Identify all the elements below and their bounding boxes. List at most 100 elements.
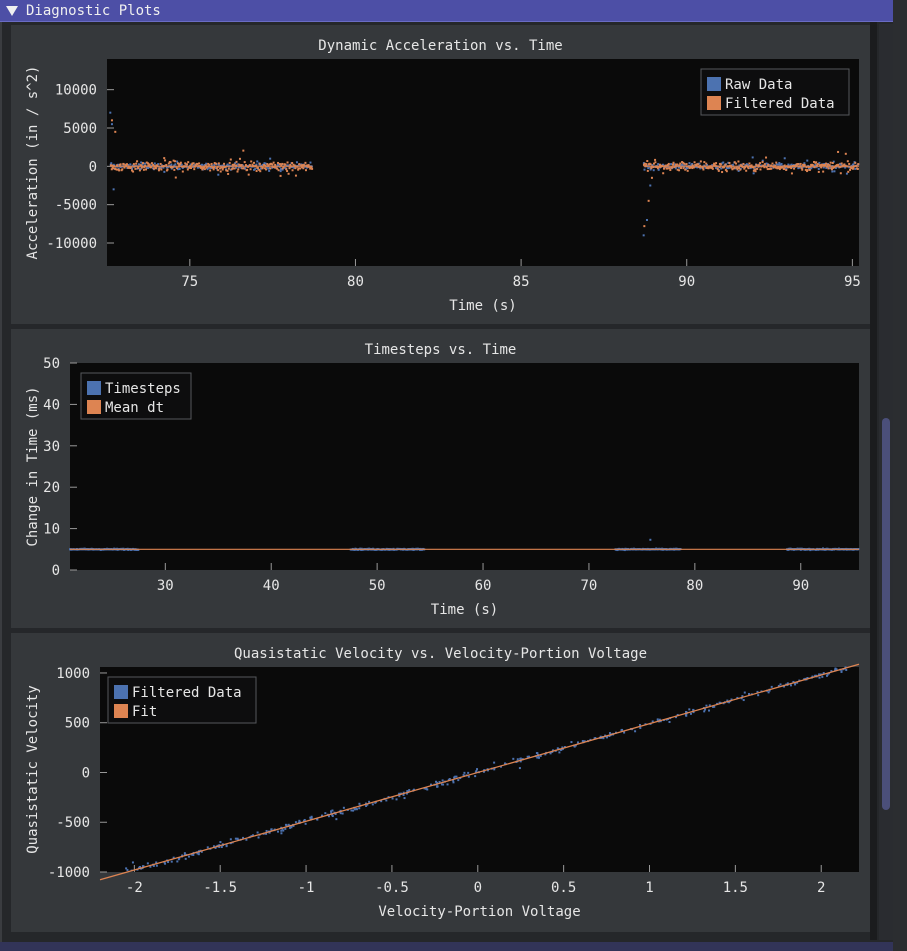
- y-tick-label: -5000: [55, 198, 97, 214]
- inner-scroll-track[interactable]: [870, 22, 877, 940]
- filtered-data-point: [686, 169, 689, 172]
- filtered-data-point: [724, 163, 727, 166]
- legend-swatch: [87, 400, 101, 414]
- filtered-data-point: [745, 169, 748, 172]
- filtered-data-point: [243, 161, 246, 164]
- filtered-data-point: [667, 162, 670, 165]
- raw-data-point: [256, 160, 259, 163]
- filtered-data-point: [705, 704, 708, 707]
- filtered-data-point: [217, 169, 220, 172]
- filtered-data-point: [148, 163, 151, 166]
- filtered-data-point: [223, 162, 226, 165]
- filtered-data-point: [643, 225, 646, 228]
- filtered-data-point: [573, 745, 576, 748]
- filtered-data-point: [353, 808, 356, 811]
- raw-data-point: [174, 163, 177, 166]
- y-tick-label: 30: [43, 439, 60, 455]
- raw-data-point: [852, 163, 855, 166]
- filtered-data-point: [122, 163, 125, 166]
- filtered-data-point: [176, 860, 179, 863]
- filtered-data-point: [570, 741, 573, 744]
- outer-scroll-thumb[interactable]: [882, 418, 890, 810]
- filtered-data-point: [825, 162, 828, 165]
- filtered-data-point: [847, 170, 850, 173]
- filtered-data-point: [725, 170, 728, 173]
- filtered-data-point: [242, 167, 245, 170]
- filtered-data-point: [185, 163, 188, 166]
- filtered-data-point: [252, 161, 255, 164]
- filtered-data-point: [132, 170, 135, 173]
- filtered-data-point: [705, 162, 708, 165]
- timesteps-plot-panel[interactable]: Timesteps vs. Time Time (s) Change in Time…: [11, 329, 870, 628]
- filtered-data-point: [754, 168, 757, 171]
- filtered-data-point: [279, 174, 282, 177]
- filtered-data-point: [280, 832, 283, 835]
- filtered-data-point: [818, 676, 821, 679]
- filtered-data-point: [747, 167, 750, 170]
- filtered-data-point: [467, 771, 470, 774]
- filtered-data-point: [671, 163, 674, 166]
- filtered-data-point: [793, 167, 796, 170]
- filtered-data-point: [756, 167, 759, 170]
- filtered-data-point: [288, 167, 291, 170]
- filtered-data-point: [214, 162, 217, 165]
- filtered-data-point: [302, 167, 305, 170]
- raw-data-point: [176, 160, 179, 163]
- x-tick-label: -2: [126, 880, 143, 896]
- filtered-data-point: [135, 162, 138, 165]
- x-tick-label: -1: [298, 880, 315, 896]
- filtered-data-point: [761, 160, 764, 163]
- filtered-data-point: [138, 169, 141, 172]
- filtered-data-point: [136, 160, 139, 163]
- filtered-data-point: [558, 751, 561, 754]
- filtered-data-point: [476, 768, 479, 771]
- filtered-data-point: [668, 167, 671, 170]
- filtered-data-point: [114, 130, 117, 133]
- raw-data-point: [752, 172, 755, 175]
- filtered-data-point: [535, 752, 538, 755]
- filtered-data-point: [581, 740, 584, 743]
- filtered-data-point: [519, 757, 522, 760]
- filtered-data-point: [703, 161, 706, 164]
- filtered-data-point: [203, 168, 206, 171]
- filtered-data-point: [158, 167, 161, 170]
- filtered-data-point: [817, 170, 820, 173]
- collapse-arrow-icon[interactable]: [6, 5, 18, 16]
- filtered-data-point: [238, 157, 241, 160]
- filtered-data-point: [286, 161, 289, 164]
- filtered-data-point: [167, 861, 170, 864]
- filtered-data-point: [737, 160, 740, 163]
- diagnostic-plots-header[interactable]: Diagnostic Plots: [0, 0, 893, 22]
- chart-title: Timesteps vs. Time: [365, 342, 517, 358]
- filtered-data-point: [654, 161, 657, 164]
- filtered-data-point: [242, 149, 245, 152]
- y-tick-label: 500: [65, 716, 90, 732]
- raw-data-point: [670, 163, 673, 166]
- filtered-data-point: [177, 858, 180, 861]
- filtered-data-point: [174, 176, 177, 179]
- filtered-data-point: [131, 861, 134, 864]
- x-tick-label: 75: [181, 274, 198, 290]
- filtered-data-point: [299, 167, 302, 170]
- x-tick-label: 1: [645, 880, 653, 896]
- filtered-data-point: [255, 170, 258, 173]
- y-tick-label: -500: [56, 815, 90, 831]
- filtered-data-point: [187, 161, 190, 164]
- filtered-data-point: [287, 172, 290, 175]
- filtered-data-point: [173, 168, 176, 171]
- filtered-data-point: [304, 169, 307, 172]
- x-tick-label: 80: [347, 274, 364, 290]
- filtered-data-point: [837, 150, 840, 153]
- acceleration-plot-panel[interactable]: Dynamic Acceleration vs. Time Time (s) Acc…: [11, 25, 870, 324]
- filtered-data-point: [206, 846, 209, 849]
- filtered-data-point: [844, 152, 847, 155]
- filtered-data-point: [457, 779, 460, 782]
- raw-data-point: [269, 157, 272, 160]
- filtered-data-point: [840, 670, 843, 673]
- legend-entry: Filtered Data: [725, 96, 835, 112]
- filtered-data-point: [790, 172, 793, 175]
- y-tick-label: 1000: [56, 666, 90, 682]
- filtered-data-point: [697, 163, 700, 166]
- x-tick-label: 2: [817, 880, 825, 896]
- velocity-plot-panel[interactable]: Quasistatic Velocity vs. Velocity-Portio…: [11, 633, 870, 932]
